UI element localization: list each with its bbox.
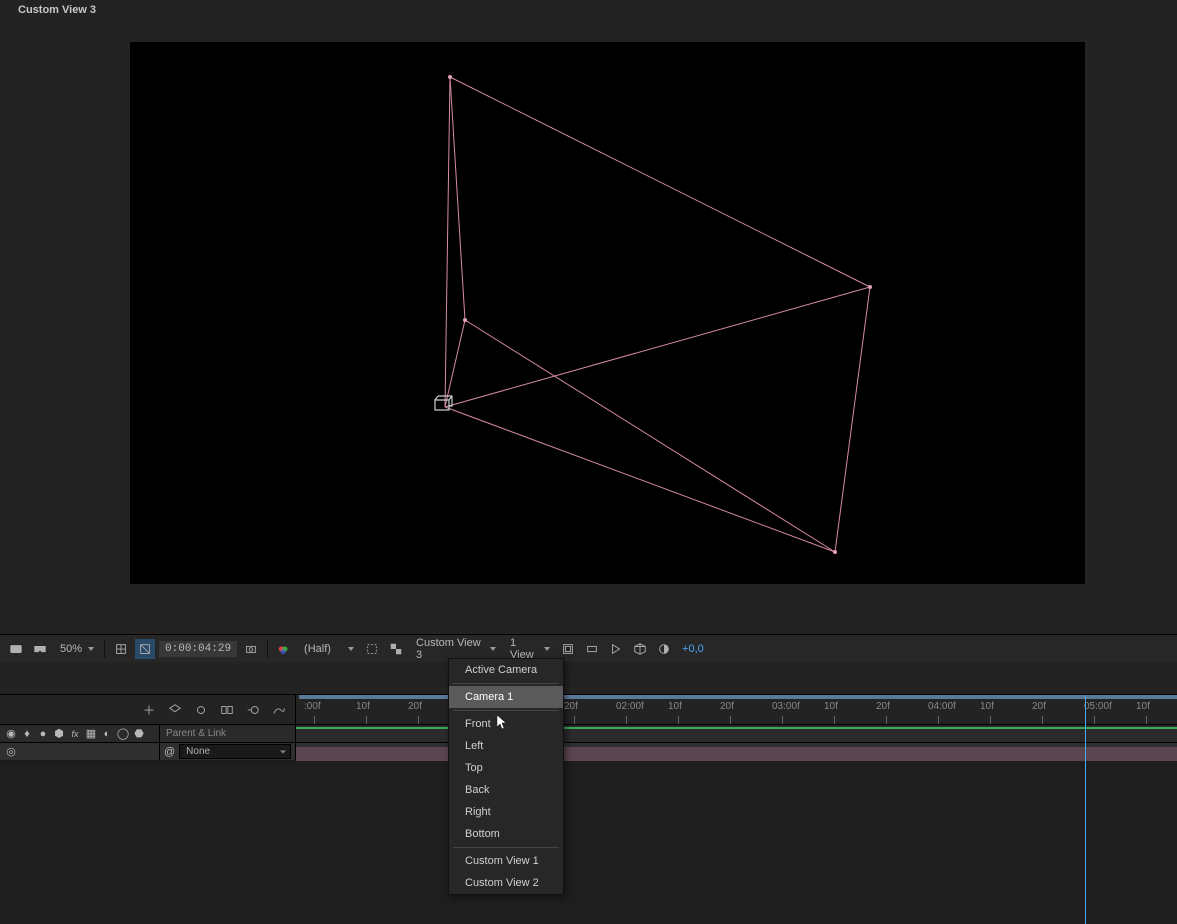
- ruler-tick: 10f: [980, 701, 994, 712]
- solo-switch-icon[interactable]: ●: [36, 727, 50, 741]
- graph-editor-icon[interactable]: [269, 700, 289, 720]
- playhead-line[interactable]: [1085, 695, 1086, 924]
- menu-top[interactable]: Top: [449, 757, 563, 779]
- current-time[interactable]: 0:00:04:29: [159, 641, 237, 657]
- layer-switches: ◎: [0, 743, 160, 760]
- vr-icon[interactable]: [30, 639, 50, 659]
- roi-icon[interactable]: [362, 639, 382, 659]
- fx-switch-icon[interactable]: fx: [68, 727, 82, 741]
- ruler-tick: 20f: [564, 701, 578, 712]
- menu-active-camera[interactable]: Active Camera: [449, 659, 563, 681]
- snapshot-icon[interactable]: [241, 639, 261, 659]
- viewport-panel: Custom View 3: [0, 0, 1177, 634]
- menu-camera-1[interactable]: Camera 1: [449, 686, 563, 708]
- lock-switch-icon[interactable]: ⬢: [52, 727, 66, 741]
- video-switch-icon[interactable]: ◉: [4, 727, 18, 741]
- frame-blend-switch-icon[interactable]: ▦: [84, 727, 98, 741]
- track-header-area: [296, 725, 1177, 742]
- ruler-tick: 10f: [1136, 701, 1150, 712]
- ruler-tick: 03:00f: [772, 701, 800, 712]
- shy-icon[interactable]: [191, 700, 211, 720]
- parent-dropdown[interactable]: None: [179, 744, 291, 759]
- motion-blur-switch-icon[interactable]: ◐: [100, 727, 114, 741]
- parent-link-header: Parent & Link: [160, 725, 296, 742]
- work-area-bar[interactable]: [299, 695, 1177, 699]
- camera-wireframe: [130, 42, 1085, 584]
- layer-spiral-icon[interactable]: ◎: [4, 745, 18, 759]
- timeline-header: :00f10f20f01:00f10f20f02:00f10f20f03:00f…: [0, 695, 1177, 725]
- ruler-tick: 10f: [668, 701, 682, 712]
- ruler-tick: 20f: [720, 701, 734, 712]
- ruler-tick: 20f: [1032, 701, 1046, 712]
- motion-blur-icon[interactable]: [243, 700, 263, 720]
- ruler-tick: 20f: [876, 701, 890, 712]
- viewport-label: Custom View 3: [18, 4, 96, 16]
- pickwhip-icon[interactable]: @: [164, 746, 175, 758]
- timeline-panel: :00f10f20f01:00f10f20f02:00f10f20f03:00f…: [0, 662, 1177, 899]
- ruler-tick: 20f: [408, 701, 422, 712]
- 3d-switch-icon[interactable]: ⬣: [132, 727, 146, 741]
- audio-switch-icon[interactable]: ♦: [20, 727, 34, 741]
- layer-track[interactable]: [296, 743, 1177, 760]
- menu-back[interactable]: Back: [449, 779, 563, 801]
- layer-parent-cell: @ None: [160, 743, 296, 760]
- composition-viewer[interactable]: [130, 42, 1085, 584]
- layer-duration-bar[interactable]: [296, 747, 1177, 761]
- exposure-icon[interactable]: [654, 639, 674, 659]
- zoom-dropdown[interactable]: 50%: [54, 641, 98, 657]
- transparency-grid-icon[interactable]: [386, 639, 406, 659]
- draft-3d-icon[interactable]: [165, 700, 185, 720]
- menu-custom-view-1[interactable]: Custom View 1: [449, 850, 563, 872]
- resolution-dropdown[interactable]: (Half): [298, 641, 358, 657]
- frame-blend-icon[interactable]: [217, 700, 237, 720]
- ruler-tick: 05:00f: [1084, 701, 1112, 712]
- comp-mini-flowchart-icon[interactable]: [139, 700, 159, 720]
- time-ruler[interactable]: :00f10f20f01:00f10f20f02:00f10f20f03:00f…: [296, 695, 1177, 724]
- ruler-tick: :00f: [304, 701, 321, 712]
- pixel-aspect-icon[interactable]: [582, 639, 602, 659]
- mask-toggle-icon[interactable]: [135, 639, 155, 659]
- grid-icon[interactable]: [111, 639, 131, 659]
- view-options-icon[interactable]: [558, 639, 578, 659]
- preview-toolbar: 50% 0:00:04:29 (Half) Custom View 3 1 Vi…: [0, 634, 1177, 662]
- fast-previews-icon[interactable]: [606, 639, 626, 659]
- timeline-controls: [0, 695, 296, 724]
- adjustment-switch-icon[interactable]: ◯: [116, 727, 130, 741]
- 3d-renderer-icon[interactable]: [630, 639, 650, 659]
- ruler-tick: 10f: [356, 701, 370, 712]
- exposure-value[interactable]: +0,0: [678, 643, 708, 655]
- menu-front[interactable]: Front: [449, 713, 563, 735]
- menu-right[interactable]: Right: [449, 801, 563, 823]
- layer-row[interactable]: ◎ @ None: [0, 743, 1177, 761]
- ruler-tick: 10f: [824, 701, 838, 712]
- timeline-column-headers: ◉ ♦ ● ⬢ fx ▦ ◐ ◯ ⬣ Parent & Link: [0, 725, 1177, 743]
- menu-left[interactable]: Left: [449, 735, 563, 757]
- menu-bottom[interactable]: Bottom: [449, 823, 563, 845]
- channel-icon[interactable]: [274, 639, 294, 659]
- switch-column-headers: ◉ ♦ ● ⬢ fx ▦ ◐ ◯ ⬣: [0, 725, 160, 742]
- always-preview-icon[interactable]: [6, 639, 26, 659]
- ruler-tick: 04:00f: [928, 701, 956, 712]
- view-selector-menu: Active Camera Camera 1 Front Left Top Ba…: [448, 658, 564, 895]
- menu-custom-view-2[interactable]: Custom View 2: [449, 872, 563, 894]
- ruler-tick: 02:00f: [616, 701, 644, 712]
